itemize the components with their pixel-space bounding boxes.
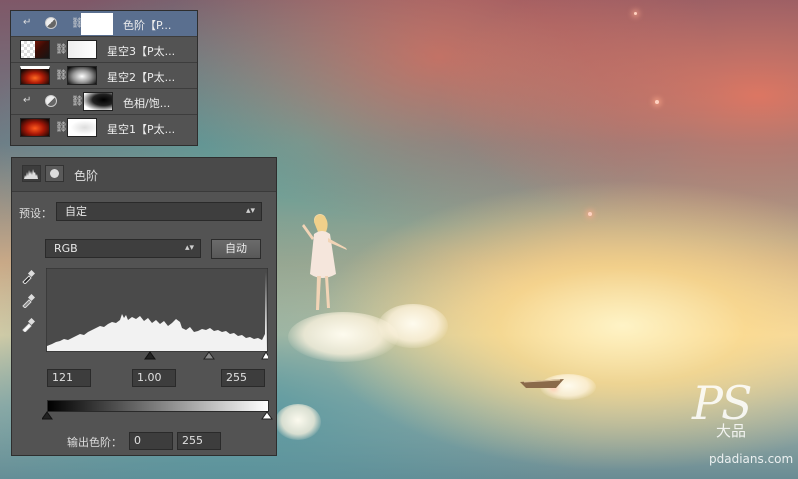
input-gray-slider [203, 351, 215, 360]
auto-button[interactable]: 自动 [211, 239, 261, 259]
black-point-eyedropper-icon[interactable] [21, 270, 35, 284]
layer-mask-thumbnail[interactable] [81, 13, 113, 35]
levels-adjustment-icon[interactable] [22, 165, 41, 182]
link-icon[interactable]: ⛓ [55, 44, 68, 56]
link-icon[interactable]: ⛓ [55, 70, 68, 82]
clip-arrow-icon: ↵ [23, 95, 32, 106]
adjustment-icon [45, 17, 57, 29]
star [588, 212, 592, 216]
layer-mask-thumbnail[interactable] [67, 40, 97, 59]
layer-mask-thumbnail[interactable] [67, 118, 97, 137]
layer-thumbnail[interactable] [20, 66, 50, 85]
watermark-url: pdadians.com [709, 452, 794, 466]
star [634, 12, 637, 15]
input-black-field[interactable]: 121 [47, 369, 91, 387]
preset-select[interactable]: 自定 ▴▾ [56, 202, 262, 221]
white-point-eyedropper-icon[interactable] [21, 318, 35, 332]
link-icon[interactable]: ⛓ [71, 18, 84, 30]
input-gamma-field[interactable]: 1.00 [132, 369, 176, 387]
layer-thumbnail[interactable] [20, 118, 50, 137]
output-black-field[interactable]: 0 [129, 432, 173, 450]
link-icon[interactable]: ⛓ [71, 96, 84, 108]
input-black-slider [144, 351, 156, 360]
layer-row-starfield-3[interactable]: ⛓ 星空3【P太... [11, 37, 197, 63]
layer-name: 色阶【P... [123, 19, 172, 32]
cloud [378, 304, 448, 348]
layer-name: 色相/饱... [123, 97, 171, 110]
layer-row-starfield-2[interactable]: ⛓ 星空2【P太... [11, 63, 197, 89]
output-levels-slider[interactable] [42, 411, 274, 421]
layer-mask-thumbnail[interactable] [67, 66, 97, 85]
channel-value: RGB [54, 242, 78, 255]
star [655, 100, 659, 104]
select-arrows-icon: ▴▾ [245, 206, 255, 216]
panel-title: 色阶 [74, 169, 99, 183]
layer-row-levels[interactable]: ↵ ⛓ 色阶【P... [11, 11, 197, 37]
properties-panel: 色阶 预设： 自定 ▴▾ RGB ▴▾ 自动 121 1.00 255 输出色阶… [11, 157, 277, 456]
input-levels-slider[interactable] [46, 351, 268, 361]
clip-arrow-icon: ↵ [23, 17, 32, 28]
layer-name: 星空2【P太... [107, 71, 176, 84]
layer-name: 星空3【P太... [107, 45, 176, 58]
adjustment-icon [45, 95, 57, 107]
layer-mask-thumbnail[interactable] [83, 92, 113, 111]
output-white-slider [261, 411, 273, 420]
output-black-slider [42, 411, 53, 420]
preset-value: 自定 [65, 205, 87, 218]
layer-thumbnail[interactable] [20, 40, 50, 59]
mask-icon[interactable] [45, 165, 64, 182]
output-levels-label: 输出色阶： [67, 436, 122, 449]
girl-figure [302, 214, 347, 310]
cloud [275, 404, 321, 440]
output-white-field[interactable]: 255 [177, 432, 221, 450]
select-arrows-icon: ▴▾ [184, 243, 194, 253]
layer-row-hue-saturation[interactable]: ↵ ⛓ 色相/饱... [11, 89, 197, 115]
layer-row-starfield-1[interactable]: ⛓ 星空1【P太... [11, 115, 197, 141]
preset-label: 预设： [19, 207, 52, 220]
layer-name: 星空1【P太... [107, 123, 176, 136]
gray-point-eyedropper-icon[interactable] [21, 294, 35, 308]
input-white-field[interactable]: 255 [221, 369, 265, 387]
boat-figure [520, 379, 564, 388]
link-icon[interactable]: ⛓ [55, 122, 68, 134]
watermark-sub: 大品 [716, 422, 747, 440]
channel-select[interactable]: RGB ▴▾ [45, 239, 201, 258]
properties-header: 色阶 [12, 158, 276, 192]
input-white-slider [261, 351, 268, 360]
layers-panel: ↵ ⛓ 色阶【P... ⛓ 星空3【P太... ⛓ 星空2【P太... ↵ ⛓ … [10, 10, 198, 146]
histogram[interactable] [46, 268, 268, 352]
